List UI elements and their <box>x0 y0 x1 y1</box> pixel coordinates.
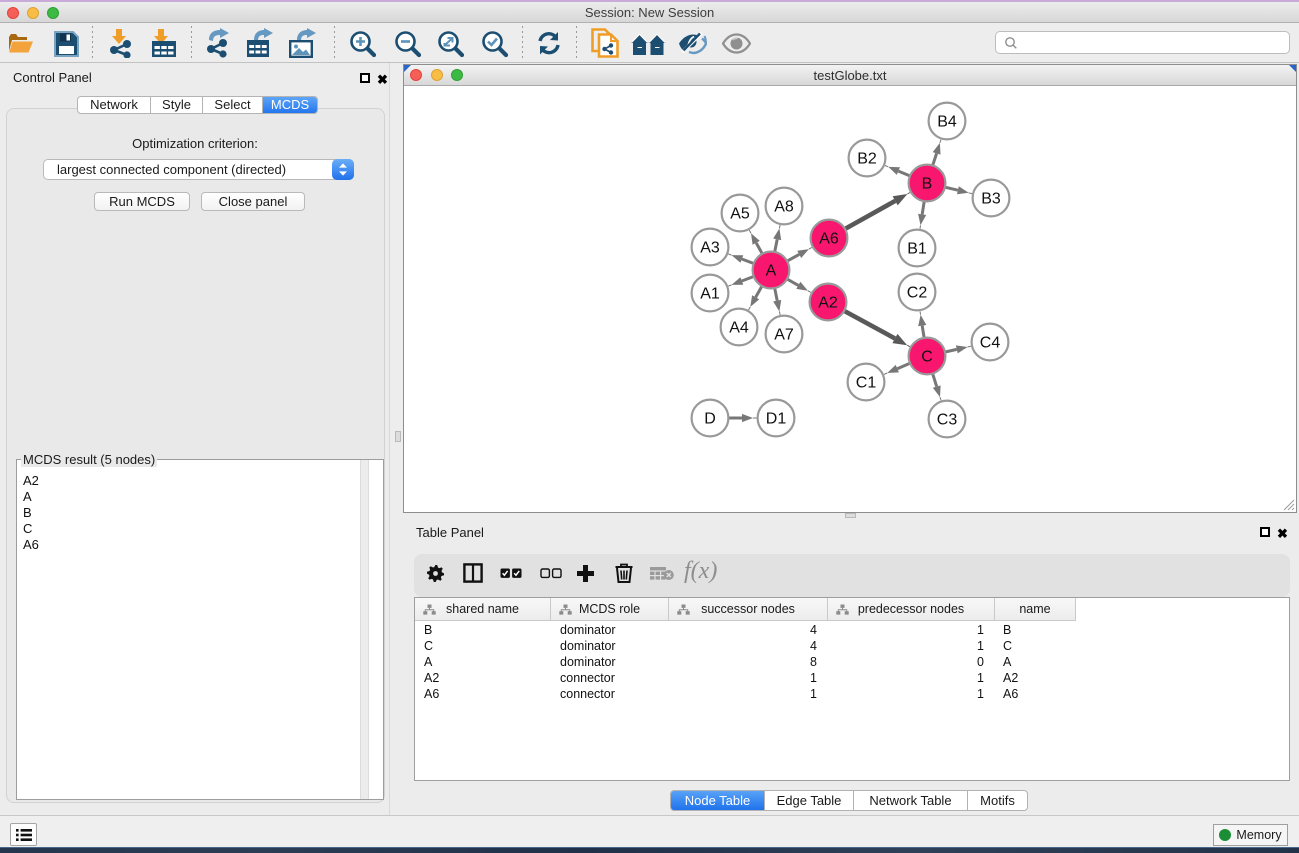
svg-text:B1: B1 <box>907 241 927 258</box>
svg-text:A4: A4 <box>729 320 749 337</box>
svg-text:C1: C1 <box>856 375 877 392</box>
svg-text:A: A <box>766 263 777 280</box>
svg-text:A8: A8 <box>774 199 794 216</box>
svg-text:B: B <box>922 176 933 193</box>
svg-text:D1: D1 <box>766 411 787 428</box>
svg-text:A5: A5 <box>730 206 750 223</box>
svg-text:A7: A7 <box>774 327 794 344</box>
svg-text:D: D <box>704 411 716 428</box>
svg-text:A1: A1 <box>700 286 720 303</box>
svg-text:C: C <box>921 349 933 366</box>
svg-text:C2: C2 <box>907 285 928 302</box>
svg-text:B2: B2 <box>857 151 877 168</box>
svg-text:C4: C4 <box>980 335 1001 352</box>
svg-text:C3: C3 <box>937 412 958 429</box>
svg-text:A2: A2 <box>818 295 838 312</box>
svg-text:A6: A6 <box>819 231 839 248</box>
svg-text:B4: B4 <box>937 114 957 131</box>
svg-text:B3: B3 <box>981 191 1001 208</box>
svg-text:A3: A3 <box>700 240 720 257</box>
